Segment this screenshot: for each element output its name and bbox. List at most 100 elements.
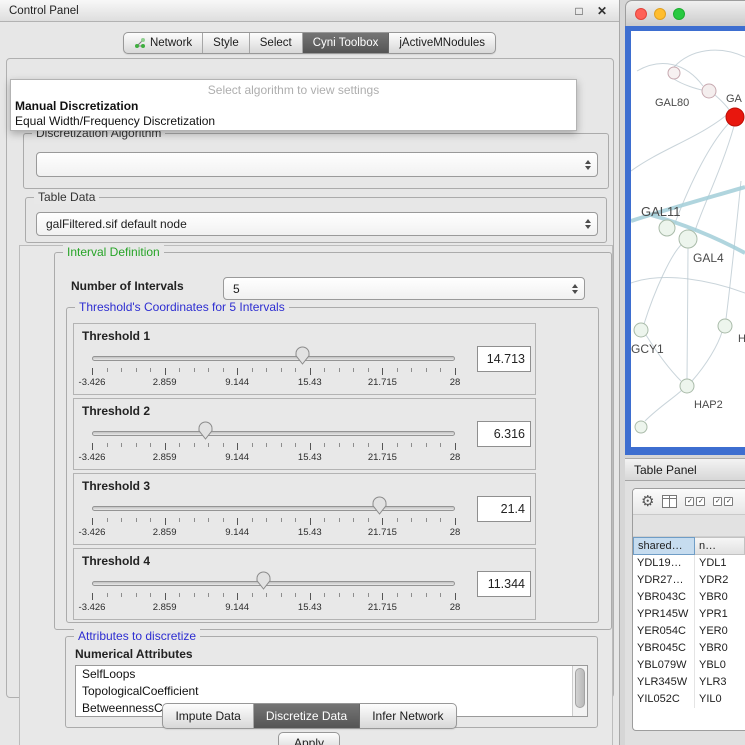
select-all-icon[interactable]: ✓ ✓ xyxy=(685,497,705,506)
scale-tick xyxy=(266,368,267,372)
network-edge[interactable] xyxy=(644,245,681,324)
tab-impute-data[interactable]: Impute Data xyxy=(163,704,253,728)
table-row[interactable]: YBL079WYBL0 xyxy=(633,657,745,674)
threshold-value-field[interactable]: 14.713 xyxy=(477,346,531,372)
table-row[interactable]: YDL19…YDL1 xyxy=(633,555,745,572)
network-node[interactable] xyxy=(726,108,744,126)
network-node[interactable] xyxy=(680,379,694,393)
threshold-value-field[interactable]: 6.316 xyxy=(477,421,531,447)
close-icon[interactable]: ✕ xyxy=(594,4,610,18)
tab-select[interactable]: Select xyxy=(250,33,303,53)
table-cell[interactable]: YDR2 xyxy=(695,572,745,589)
threshold-value-field[interactable]: 21.4 xyxy=(477,496,531,522)
table-row[interactable]: YLR345WYLR3 xyxy=(633,674,745,691)
network-node-label: GCY1 xyxy=(631,342,664,356)
network-node-label: GAL11 xyxy=(641,204,681,219)
table-cell[interactable]: YBL0 xyxy=(695,657,745,674)
minimize-traffic-light-icon[interactable] xyxy=(654,8,666,20)
float-window-icon[interactable]: □ xyxy=(571,4,587,18)
table-row[interactable]: YPR145WYPR1 xyxy=(633,606,745,623)
table-cell[interactable]: YIL0 xyxy=(695,691,745,708)
table-cell[interactable]: YDR27… xyxy=(633,572,695,589)
algorithm-combobox[interactable] xyxy=(36,152,598,177)
threshold-slider[interactable]: -3.4262.8599.14415.4321.71528 xyxy=(78,419,469,467)
table-cell[interactable]: YBR0 xyxy=(695,589,745,606)
combo-arrows-icon xyxy=(585,153,591,176)
table-data-combobox[interactable]: galFiltered.sif default node xyxy=(36,212,598,236)
network-canvas[interactable]: GAL80GAGAL11GAL4GCY1HAP2H xyxy=(631,31,745,447)
slider-thumb[interactable] xyxy=(198,421,213,440)
table-row[interactable]: YIL052CYIL0 xyxy=(633,691,745,708)
table-cell[interactable]: YLR345W xyxy=(633,674,695,691)
network-node[interactable] xyxy=(635,421,647,433)
table-cell[interactable]: YER054C xyxy=(633,623,695,640)
scale-tick xyxy=(165,593,166,600)
tab-jactivemnodules[interactable]: jActiveMNodules xyxy=(389,33,495,53)
column-header-shared-name[interactable]: shared… xyxy=(633,537,695,555)
apply-button[interactable]: Apply xyxy=(278,732,340,745)
network-edge[interactable] xyxy=(692,332,722,381)
number-of-intervals-combobox[interactable]: 5 xyxy=(223,277,585,300)
table-cell[interactable]: YER0 xyxy=(695,623,745,640)
table-row[interactable]: YER054CYER0 xyxy=(633,623,745,640)
table-cell[interactable]: YPR145W xyxy=(633,606,695,623)
scale-tick xyxy=(310,368,311,375)
attribute-list-item[interactable]: TopologicalCoefficient xyxy=(76,683,587,700)
close-traffic-light-icon[interactable] xyxy=(635,8,647,20)
scrollbar-thumb[interactable] xyxy=(575,668,585,708)
table-cell[interactable]: YLR3 xyxy=(695,674,745,691)
table-cell[interactable]: YIL052C xyxy=(633,691,695,708)
network-node[interactable] xyxy=(659,220,675,236)
tab-network[interactable]: Network xyxy=(124,33,203,53)
network-node[interactable] xyxy=(718,319,732,333)
threshold-value-field[interactable]: 11.344 xyxy=(477,571,531,597)
table-row[interactable]: YBR043CYBR0 xyxy=(633,589,745,606)
table-cell[interactable]: YPR1 xyxy=(695,606,745,623)
network-edge[interactable] xyxy=(645,390,682,421)
columns-icon[interactable] xyxy=(662,495,677,508)
network-node[interactable] xyxy=(634,323,648,337)
network-edge[interactable] xyxy=(687,248,688,379)
zoom-traffic-light-icon[interactable] xyxy=(673,8,685,20)
scale-tick xyxy=(150,368,151,372)
column-header-name[interactable]: n… xyxy=(695,537,745,555)
table-cell[interactable]: YBR045C xyxy=(633,640,695,657)
table-cell[interactable]: YBR0 xyxy=(695,640,745,657)
network-node[interactable] xyxy=(702,84,716,98)
threshold-slider[interactable]: -3.4262.8599.14415.4321.71528 xyxy=(78,569,469,617)
table-cell[interactable]: YDL1 xyxy=(695,555,745,572)
scale-tick xyxy=(310,593,311,600)
algorithm-option[interactable]: Equal Width/Frequency Discretization xyxy=(11,114,576,129)
attribute-list-item[interactable]: SelfLoops xyxy=(76,666,587,683)
network-node-label: HAP2 xyxy=(694,399,723,411)
slider-thumb[interactable] xyxy=(372,496,387,515)
tab-cyni-toolbox[interactable]: Cyni Toolbox xyxy=(303,33,390,53)
scale-tick xyxy=(382,443,383,450)
tab-discretize-data[interactable]: Discretize Data xyxy=(254,704,360,728)
network-edge[interactable] xyxy=(674,79,702,90)
scale-tick xyxy=(455,443,456,450)
threshold-slider[interactable]: -3.4262.8599.14415.4321.71528 xyxy=(78,344,469,392)
threshold-slider[interactable]: -3.4262.8599.14415.4321.71528 xyxy=(78,494,469,542)
slider-thumb[interactable] xyxy=(295,346,310,365)
table-row[interactable]: YDR27…YDR2 xyxy=(633,572,745,589)
scale-tick xyxy=(208,368,209,372)
network-node[interactable] xyxy=(668,67,680,79)
unselect-all-icon[interactable]: ✓ ✓ xyxy=(713,497,733,506)
network-node[interactable] xyxy=(679,230,697,248)
table-cell[interactable]: YBL079W xyxy=(633,657,695,674)
scale-label: 15.43 xyxy=(298,377,322,388)
network-window-titlebar[interactable] xyxy=(625,0,745,26)
algorithm-option[interactable]: Manual Discretization xyxy=(11,99,576,114)
table-row[interactable]: YBR045CYBR0 xyxy=(633,640,745,657)
table-cell[interactable]: YDL19… xyxy=(633,555,695,572)
tab-infer-network[interactable]: Infer Network xyxy=(360,704,455,728)
scale-tick xyxy=(411,593,412,597)
gear-icon[interactable]: ⚙ xyxy=(641,494,654,509)
network-edge[interactable] xyxy=(675,121,731,223)
slider-thumb[interactable] xyxy=(256,571,271,590)
tab-style[interactable]: Style xyxy=(203,33,250,53)
network-edge[interactable] xyxy=(674,50,745,67)
table-data-group: Table Data galFiltered.sif default node xyxy=(25,197,607,243)
table-cell[interactable]: YBR043C xyxy=(633,589,695,606)
